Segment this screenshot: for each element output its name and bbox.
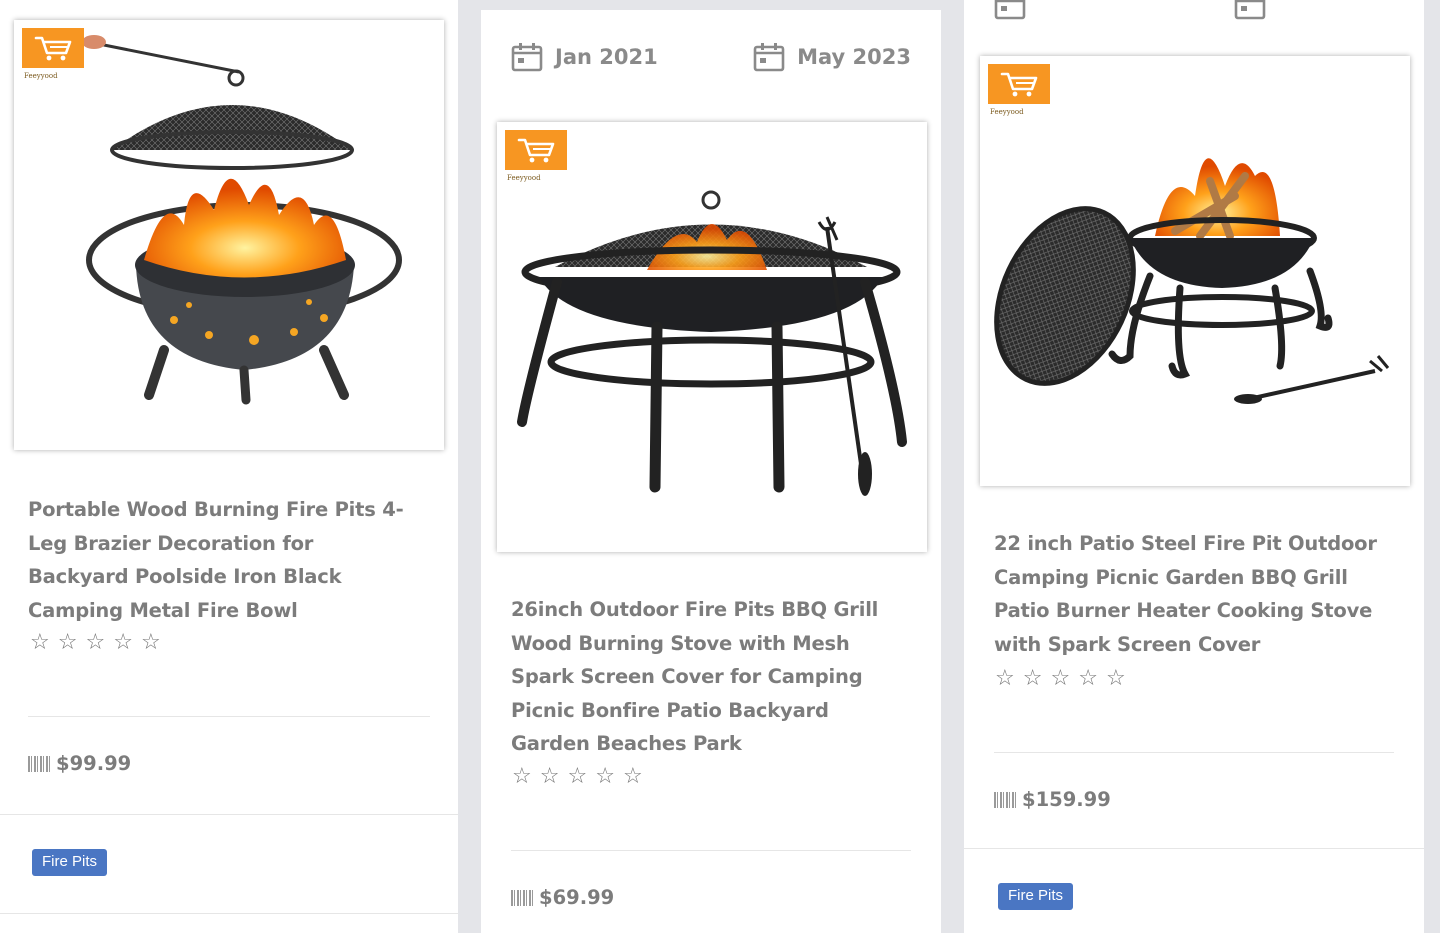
calendar-icon (1234, 0, 1266, 20)
shopping-cart-icon (999, 69, 1039, 99)
star-icon[interactable]: ☆ (30, 632, 50, 654)
product-card[interactable]: Jan 2021 May 2023 Feeyyood 26inch Outdoo… (481, 10, 941, 933)
category-tag[interactable]: Fire Pits (32, 849, 108, 876)
star-icon[interactable]: ☆ (1078, 668, 1098, 690)
price-value: $99.99 (56, 752, 132, 775)
brand-label: Feeyyood (507, 174, 541, 182)
brand-label: Feeyyood (990, 108, 1024, 116)
title-line: Portable Wood Burning Fire Pits 4- (28, 498, 404, 521)
product-title[interactable]: 26inch Outdoor Fire Pits BBQ Grill Wood … (511, 593, 921, 761)
divider (994, 752, 1394, 753)
rating-stars[interactable]: ☆ ☆ ☆ ☆ ☆ (512, 766, 643, 788)
star-icon[interactable]: ☆ (567, 766, 587, 788)
start-date-text: Jan 2021 (555, 45, 658, 69)
star-icon[interactable]: ☆ (141, 632, 161, 654)
title-line: 26inch Outdoor Fire Pits BBQ Grill (511, 598, 879, 621)
price: $99.99 (28, 752, 131, 775)
product-title[interactable]: 22 inch Patio Steel Fire Pit Outdoor Cam… (994, 527, 1414, 661)
fire-pit-image (82, 35, 402, 405)
product-image[interactable]: Feeyyood (980, 56, 1410, 486)
end-date: May 2023 (753, 42, 911, 72)
date-row: Jan 2021 May 2023 (511, 42, 911, 72)
star-icon[interactable]: ☆ (540, 766, 560, 788)
start-date: Jan 2021 (511, 42, 658, 72)
calendar-icon (994, 0, 1026, 20)
end-date-text: May 2023 (797, 45, 911, 69)
star-icon[interactable]: ☆ (512, 766, 532, 788)
price: $159.99 (994, 788, 1111, 811)
star-icon[interactable]: ☆ (995, 668, 1015, 690)
barcode-icon (994, 791, 1016, 808)
divider (28, 716, 430, 717)
title-line: Camping Picnic Garden BBQ Grill (994, 565, 1348, 589)
end-date (1234, 0, 1266, 20)
product-card[interactable]: Feeyyood 22 inch Patio Steel Fire Pit Ou… (964, 0, 1424, 933)
price-value: $69.99 (539, 886, 615, 909)
shopping-cart-icon (33, 33, 73, 63)
product-image[interactable]: Feeyyood (14, 20, 444, 450)
product-image[interactable]: Feeyyood (497, 122, 927, 552)
star-icon[interactable]: ☆ (58, 632, 78, 654)
title-line: Picnic Bonfire Patio Backyard (511, 698, 829, 722)
cart-badge[interactable] (988, 64, 1050, 104)
title-line: Camping Metal Fire Bowl (28, 598, 298, 622)
barcode-icon (28, 755, 50, 772)
star-icon[interactable]: ☆ (1023, 668, 1043, 690)
cart-badge[interactable] (22, 28, 84, 68)
divider (0, 814, 458, 815)
calendar-icon (753, 42, 785, 72)
brand-label: Feeyyood (24, 72, 58, 80)
title-line: Garden Beaches Park (511, 732, 742, 755)
divider (0, 913, 458, 914)
title-line: Spark Screen Cover for Camping (511, 665, 863, 688)
shopping-cart-icon (516, 135, 556, 165)
start-date (994, 0, 1026, 20)
product-title[interactable]: Portable Wood Burning Fire Pits 4- Leg B… (28, 493, 438, 627)
star-icon[interactable]: ☆ (85, 632, 105, 654)
star-icon[interactable]: ☆ (623, 766, 643, 788)
rating-stars[interactable]: ☆ ☆ ☆ ☆ ☆ (995, 668, 1126, 690)
price-value: $159.99 (1022, 788, 1111, 811)
fire-pit-image (994, 158, 1390, 404)
product-card[interactable]: Feeyyood Portable Wood Burning Fire Pits… (0, 0, 458, 933)
star-icon[interactable]: ☆ (1050, 668, 1070, 690)
title-line: Backyard Poolside Iron Black (28, 565, 342, 588)
title-line: Leg Brazier Decoration for (28, 531, 314, 555)
star-icon[interactable]: ☆ (113, 632, 133, 654)
calendar-icon (511, 42, 543, 72)
fire-pit-image (517, 190, 907, 496)
rating-stars[interactable]: ☆ ☆ ☆ ☆ ☆ (30, 632, 161, 654)
barcode-icon (511, 889, 533, 906)
title-line: Patio Burner Heater Cooking Stove (994, 599, 1373, 622)
price: $69.99 (511, 886, 614, 909)
title-line: 22 inch Patio Steel Fire Pit Outdoor (994, 532, 1377, 555)
star-icon[interactable]: ☆ (1106, 668, 1126, 690)
cart-badge[interactable] (505, 130, 567, 170)
category-tag[interactable]: Fire Pits (998, 883, 1074, 910)
date-row (994, 0, 1394, 20)
title-line: with Spark Screen Cover (994, 632, 1261, 656)
divider (964, 848, 1424, 849)
divider (511, 850, 911, 851)
star-icon[interactable]: ☆ (595, 766, 615, 788)
title-line: Wood Burning Stove with Mesh (511, 631, 850, 655)
